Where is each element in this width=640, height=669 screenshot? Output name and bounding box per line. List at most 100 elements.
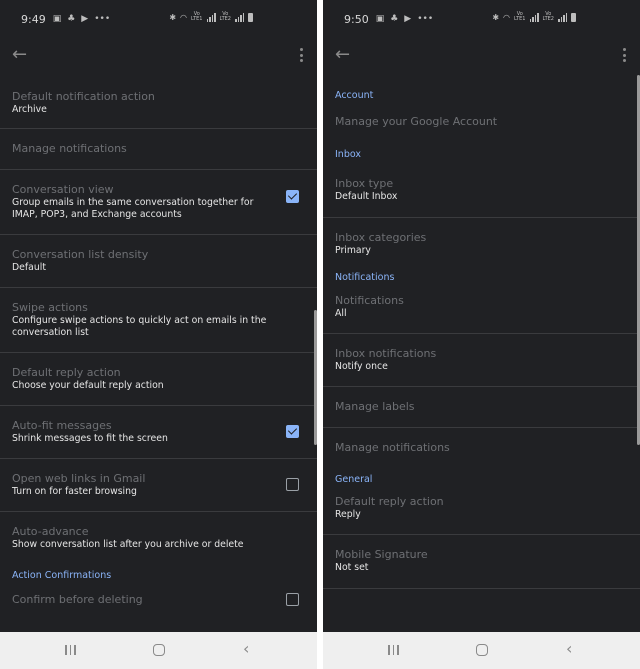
setting-title: Default reply action bbox=[335, 495, 444, 508]
play-store-icon: ▶ bbox=[81, 14, 89, 24]
play-store-icon: ▶ bbox=[404, 14, 412, 24]
setting-title: Conversation view bbox=[12, 183, 114, 196]
volte-2-icon: Vo LTE2 bbox=[219, 11, 232, 22]
gallery-icon: ▣ bbox=[52, 14, 62, 24]
open-web-links-checkbox[interactable] bbox=[286, 478, 299, 491]
back-icon[interactable]: ‹ bbox=[566, 640, 572, 658]
setting-default-reply-action[interactable]: Default reply action Reply bbox=[323, 492, 640, 535]
setting-description: Group emails in the same conversation to… bbox=[12, 197, 254, 220]
setting-manage-notifications[interactable]: Manage notifications bbox=[0, 129, 317, 170]
setting-value: Primary bbox=[335, 245, 371, 256]
left-phone-screen: 9:49 ▣ ♣ ▶ ••• ✱ ◠ Vo LTE1 Vo LTE2 ← Defau… bbox=[0, 0, 317, 669]
system-nav-bar: ‹ bbox=[0, 632, 317, 669]
setting-open-web-links[interactable]: Open web links in Gmail Turn on for fast… bbox=[0, 459, 317, 512]
setting-value: Not set bbox=[335, 562, 369, 573]
section-header-account: Account bbox=[335, 90, 374, 101]
section-header-general: General bbox=[335, 474, 373, 485]
status-icons: ✱ ◠ Vo LTE1 Vo LTE2 bbox=[492, 12, 576, 22]
wifi-icon: ◠ bbox=[503, 12, 510, 22]
setting-mobile-signature[interactable]: Mobile Signature Not set bbox=[323, 535, 640, 589]
setting-title: Inbox categories bbox=[335, 231, 427, 244]
setting-swipe-actions[interactable]: Swipe actions Configure swipe actions to… bbox=[0, 288, 317, 353]
home-icon[interactable] bbox=[476, 644, 488, 656]
setting-title: Auto-fit messages bbox=[12, 419, 112, 432]
settings-list: Default notification action Archive Mana… bbox=[0, 75, 317, 618]
auto-fit-checkbox[interactable] bbox=[286, 425, 299, 438]
volte-1-icon: Vo LTE1 bbox=[514, 11, 526, 22]
setting-description: Configure swipe actions to quickly act o… bbox=[12, 315, 267, 338]
setting-title: Default notification action bbox=[12, 90, 155, 103]
setting-value: Notify once bbox=[335, 361, 388, 372]
setting-title: Confirm before deleting bbox=[12, 593, 143, 606]
status-time: 9:49 bbox=[21, 12, 46, 26]
status-bar: 9:50 ▣ ♣ ▶ ••• ✱ ◠ Vo LTE1 Vo LTE2 bbox=[323, 0, 640, 38]
recent-apps-icon[interactable] bbox=[388, 645, 399, 655]
section-header-inbox: Inbox bbox=[335, 149, 361, 160]
setting-manage-labels[interactable]: Manage labels bbox=[323, 387, 640, 428]
system-nav-bar: ‹ bbox=[323, 632, 640, 669]
setting-title: Inbox type bbox=[335, 177, 394, 190]
signal-1-icon bbox=[529, 12, 539, 22]
setting-manage-google-account[interactable]: Manage your Google Account bbox=[323, 105, 640, 143]
right-phone-screen: 9:50 ▣ ♣ ▶ ••• ✱ ◠ Vo LTE1 Vo LTE2 ← Accou… bbox=[323, 0, 640, 669]
setting-title: Manage notifications bbox=[12, 142, 127, 155]
setting-inbox-type[interactable]: Inbox type Default Inbox bbox=[323, 171, 640, 218]
setting-title: Open web links in Gmail bbox=[12, 472, 146, 485]
settings-list: Account Manage your Google Account Inbox… bbox=[323, 75, 640, 589]
more-options-icon[interactable] bbox=[297, 46, 305, 64]
setting-conversation-list-density[interactable]: Conversation list density Default bbox=[0, 235, 317, 288]
gallery-icon: ▣ bbox=[375, 14, 385, 24]
setting-title: Manage notifications bbox=[335, 441, 450, 454]
app-bar: ← bbox=[0, 40, 317, 70]
setting-conversation-view[interactable]: Conversation view Group emails in the sa… bbox=[0, 170, 317, 235]
scrollbar[interactable] bbox=[314, 310, 317, 445]
setting-description: Choose your default reply action bbox=[12, 380, 164, 391]
conversation-view-checkbox[interactable] bbox=[286, 190, 299, 203]
setting-inbox-notifications[interactable]: Inbox notifications Notify once bbox=[323, 334, 640, 387]
setting-confirm-before-deleting[interactable]: Confirm before deleting bbox=[0, 588, 317, 618]
setting-title: Inbox notifications bbox=[335, 347, 437, 360]
setting-title: Manage labels bbox=[335, 400, 415, 413]
bluetooth-icon: ✱ bbox=[492, 12, 500, 22]
volte-2-icon: Vo LTE2 bbox=[542, 11, 555, 22]
bluetooth-icon: ✱ bbox=[169, 12, 177, 22]
setting-value: Archive bbox=[12, 104, 47, 115]
setting-description: Shrink messages to fit the screen bbox=[12, 433, 168, 444]
recent-apps-icon[interactable] bbox=[65, 645, 76, 655]
section-header-action-confirmations: Action Confirmations bbox=[12, 570, 112, 581]
setting-notifications[interactable]: Notifications All bbox=[323, 291, 640, 334]
setting-description: Show conversation list after you archive… bbox=[12, 539, 244, 550]
status-bar: 9:49 ▣ ♣ ▶ ••• ✱ ◠ Vo LTE1 Vo LTE2 bbox=[0, 0, 317, 38]
status-icons: ✱ ◠ Vo LTE1 Vo LTE2 bbox=[169, 12, 253, 22]
setting-title: Mobile Signature bbox=[335, 548, 428, 561]
setting-default-notification-action[interactable]: Default notification action Archive bbox=[0, 75, 317, 129]
setting-value: Default bbox=[12, 262, 46, 273]
setting-value: Default Inbox bbox=[335, 191, 398, 202]
back-arrow-icon[interactable]: ← bbox=[335, 44, 357, 66]
home-icon[interactable] bbox=[153, 644, 165, 656]
volte-1-icon: Vo LTE1 bbox=[191, 11, 203, 22]
battery-icon bbox=[571, 12, 576, 22]
back-icon[interactable]: ‹ bbox=[243, 640, 249, 658]
setting-inbox-categories[interactable]: Inbox categories Primary bbox=[323, 218, 640, 268]
setting-auto-advance[interactable]: Auto-advance Show conversation list afte… bbox=[0, 512, 317, 564]
more-options-icon[interactable] bbox=[620, 46, 628, 64]
setting-title: Auto-advance bbox=[12, 525, 89, 538]
setting-title: Manage your Google Account bbox=[335, 115, 498, 128]
setting-title: Swipe actions bbox=[12, 301, 88, 314]
more-notifications-icon: ••• bbox=[417, 14, 434, 24]
signal-2-icon bbox=[558, 12, 567, 22]
back-arrow-icon[interactable]: ← bbox=[12, 44, 34, 66]
setting-auto-fit-messages[interactable]: Auto-fit messages Shrink messages to fit… bbox=[0, 406, 317, 459]
setting-title: Conversation list density bbox=[12, 248, 149, 261]
battery-icon bbox=[248, 12, 253, 22]
status-time: 9:50 bbox=[344, 12, 369, 26]
setting-title: Default reply action bbox=[12, 366, 121, 379]
setting-default-reply-action[interactable]: Default reply action Choose your default… bbox=[0, 353, 317, 406]
setting-description: Turn on for faster browsing bbox=[12, 486, 137, 497]
setting-manage-notifications[interactable]: Manage notifications bbox=[323, 428, 640, 468]
setting-value: All bbox=[335, 308, 347, 319]
signal-2-icon bbox=[235, 12, 244, 22]
notification-icon: ♣ bbox=[67, 14, 76, 24]
confirm-before-deleting-checkbox[interactable] bbox=[286, 593, 299, 606]
